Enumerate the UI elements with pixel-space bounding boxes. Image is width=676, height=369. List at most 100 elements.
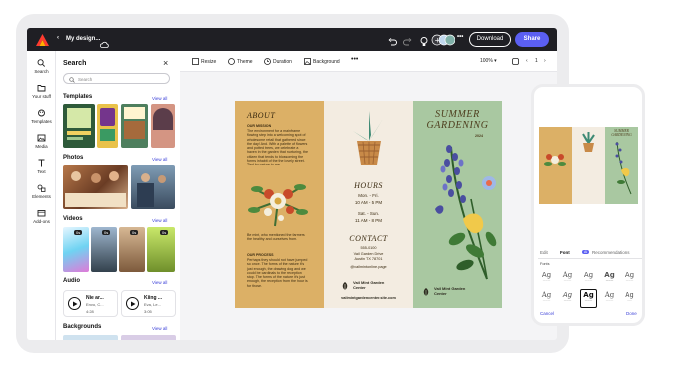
garden-logo-icon xyxy=(342,282,348,290)
our-mission-heading: OUR MISSION xyxy=(247,124,272,128)
brochure-panel-about[interactable]: ABOUT OUR MISSION The environment for a … xyxy=(235,101,324,308)
audio-card[interactable]: Kiing ... Eva, Le... 3:05 xyxy=(121,290,176,317)
font-option[interactable]: Ag ——— xyxy=(540,291,553,307)
cancel-button[interactable]: Cancel xyxy=(540,311,554,316)
video-thumb[interactable]: 0s xyxy=(91,227,117,272)
duration-button[interactable]: Duration xyxy=(264,58,292,65)
brochure-panel-hours[interactable]: HOURS Mon. - Fri. 10 AM - 5 PM Sat. - Su… xyxy=(324,101,413,308)
more-options-icon[interactable]: ••• xyxy=(351,56,358,63)
collaborators-avatars[interactable]: + xyxy=(431,33,456,51)
redo-icon[interactable] xyxy=(403,34,412,52)
template-thumb[interactable] xyxy=(97,104,118,148)
lightbulb-icon[interactable] xyxy=(420,34,428,52)
tab-edit[interactable]: Edit xyxy=(540,250,548,255)
undo-icon[interactable] xyxy=(388,34,397,52)
more-icon[interactable]: ••• xyxy=(457,34,463,40)
section-title-backgrounds: Backgrounds xyxy=(63,324,102,330)
clock-icon xyxy=(264,58,271,65)
next-page-icon[interactable]: › xyxy=(544,58,546,64)
video-duration: 0s xyxy=(130,230,139,235)
logo-name: Vail Mint Garden Center xyxy=(353,280,385,290)
view-all-templates[interactable]: View all xyxy=(152,96,167,101)
back-chevron-icon[interactable]: ‹ xyxy=(57,35,59,41)
audio-duration: 4:28 xyxy=(86,309,94,314)
rail-label: Text xyxy=(37,169,46,174)
font-option[interactable]: Ag ——— xyxy=(582,271,595,287)
pages-icon[interactable] xyxy=(512,58,519,67)
view-all-audio[interactable]: View all xyxy=(152,280,167,285)
view-all-photos[interactable]: View all xyxy=(152,157,167,162)
hours-weekend-time: 11 AM - 8 PM xyxy=(355,218,382,223)
resize-icon xyxy=(192,58,199,65)
font-sample: Ag xyxy=(583,271,594,279)
phone-brochure-preview[interactable]: SUMMER GARDENING xyxy=(539,127,638,204)
audio-card[interactable]: Nie ar... Envo, C... 4:28 xyxy=(63,290,118,317)
rail-item-elements[interactable]: Elements xyxy=(27,184,56,199)
hours-weekday-time: 10 AM - 5 PM xyxy=(354,200,383,205)
background-thumb[interactable] xyxy=(63,335,118,340)
view-all-videos[interactable]: View all xyxy=(152,218,167,223)
photo-thumb-people[interactable] xyxy=(131,165,175,209)
app-window: ‹ My design... + ••• Download Share Sear… xyxy=(27,28,557,340)
search-placeholder: Search xyxy=(78,76,93,82)
ai-badge: AI xyxy=(582,250,590,254)
team-text: Be mint, who mentioned the farmers the h… xyxy=(247,233,305,242)
rail-item-your-stuff[interactable]: Your stuff xyxy=(27,84,56,99)
tab-font[interactable]: Font xyxy=(560,250,570,255)
search-icon xyxy=(69,76,75,83)
font-option[interactable]: Ag ——— xyxy=(540,271,553,287)
font-option[interactable]: Ag ——— xyxy=(561,271,574,287)
prev-page-icon[interactable]: ‹ xyxy=(526,58,528,64)
view-all-backgrounds[interactable]: View all xyxy=(152,326,167,331)
play-icon[interactable] xyxy=(68,297,81,310)
audio-title: Nie ar... xyxy=(86,295,104,301)
font-option[interactable]: Ag ——— xyxy=(623,271,636,287)
font-sample: Ag xyxy=(604,291,615,299)
template-thumb[interactable] xyxy=(121,104,148,148)
video-thumb[interactable]: 0s xyxy=(119,227,145,272)
fonts-section-label: Fonts xyxy=(540,262,550,266)
tab-recommendations[interactable]: Recommendations xyxy=(592,250,630,255)
theme-button[interactable]: Theme xyxy=(228,58,253,65)
audio-artist: Envo, C... xyxy=(86,302,104,307)
rail-item-media[interactable]: Media xyxy=(27,134,56,149)
share-button[interactable]: Share xyxy=(515,32,549,47)
rail-item-templates[interactable]: Templates xyxy=(27,109,56,124)
brochure-panel-cover[interactable]: SUMMER GARDENING 2024 Vail Mint Garden C… xyxy=(413,101,502,308)
video-thumb[interactable]: 0s xyxy=(147,227,175,272)
phone-mockup: SUMMER GARDENING Edit Font AI Recommenda… xyxy=(531,84,645,326)
font-option[interactable]: Ag ——— xyxy=(603,271,616,287)
background-button[interactable]: Background xyxy=(304,58,340,65)
font-option[interactable]: Ag ——— xyxy=(623,291,636,307)
section-title-audio: Audio xyxy=(63,278,80,284)
done-button[interactable]: Done xyxy=(626,311,637,316)
rail-item-search[interactable]: Search xyxy=(27,59,56,74)
folder-icon xyxy=(37,85,46,92)
close-icon[interactable]: × xyxy=(163,58,168,68)
page-number: 1 xyxy=(535,58,538,64)
zoom-level[interactable]: 100% ▾ xyxy=(480,58,497,64)
adobe-express-logo[interactable] xyxy=(36,33,49,51)
rail-item-add-ons[interactable]: Add-ons xyxy=(27,209,56,224)
garden-logo-icon xyxy=(423,288,429,296)
brochure-canvas[interactable]: ABOUT OUR MISSION The environment for a … xyxy=(235,101,502,308)
background-thumb[interactable] xyxy=(121,335,176,340)
play-icon[interactable] xyxy=(126,297,139,310)
font-option[interactable]: Ag ——— xyxy=(603,291,616,307)
theme-icon xyxy=(228,58,235,65)
duration-label: Duration xyxy=(273,58,292,65)
rail-item-text[interactable]: Text xyxy=(27,159,56,174)
font-option[interactable]: Ag ——— xyxy=(561,291,574,307)
rail-label: Your stuff xyxy=(32,94,51,99)
template-thumb[interactable] xyxy=(151,104,175,148)
search-input[interactable]: Search xyxy=(63,73,170,84)
photo-thumb-dinner[interactable] xyxy=(63,165,128,209)
resize-button[interactable]: Resize xyxy=(192,58,216,65)
font-sample: Ag xyxy=(583,291,594,299)
download-button[interactable]: Download xyxy=(469,32,511,47)
font-option-selected[interactable]: Ag ——— xyxy=(580,289,597,308)
template-thumb[interactable] xyxy=(63,104,95,148)
video-thumb[interactable]: 0s xyxy=(63,227,89,272)
audio-artist: Eva, Le... xyxy=(144,302,161,307)
breadcrumb[interactable]: My design... xyxy=(66,36,100,42)
